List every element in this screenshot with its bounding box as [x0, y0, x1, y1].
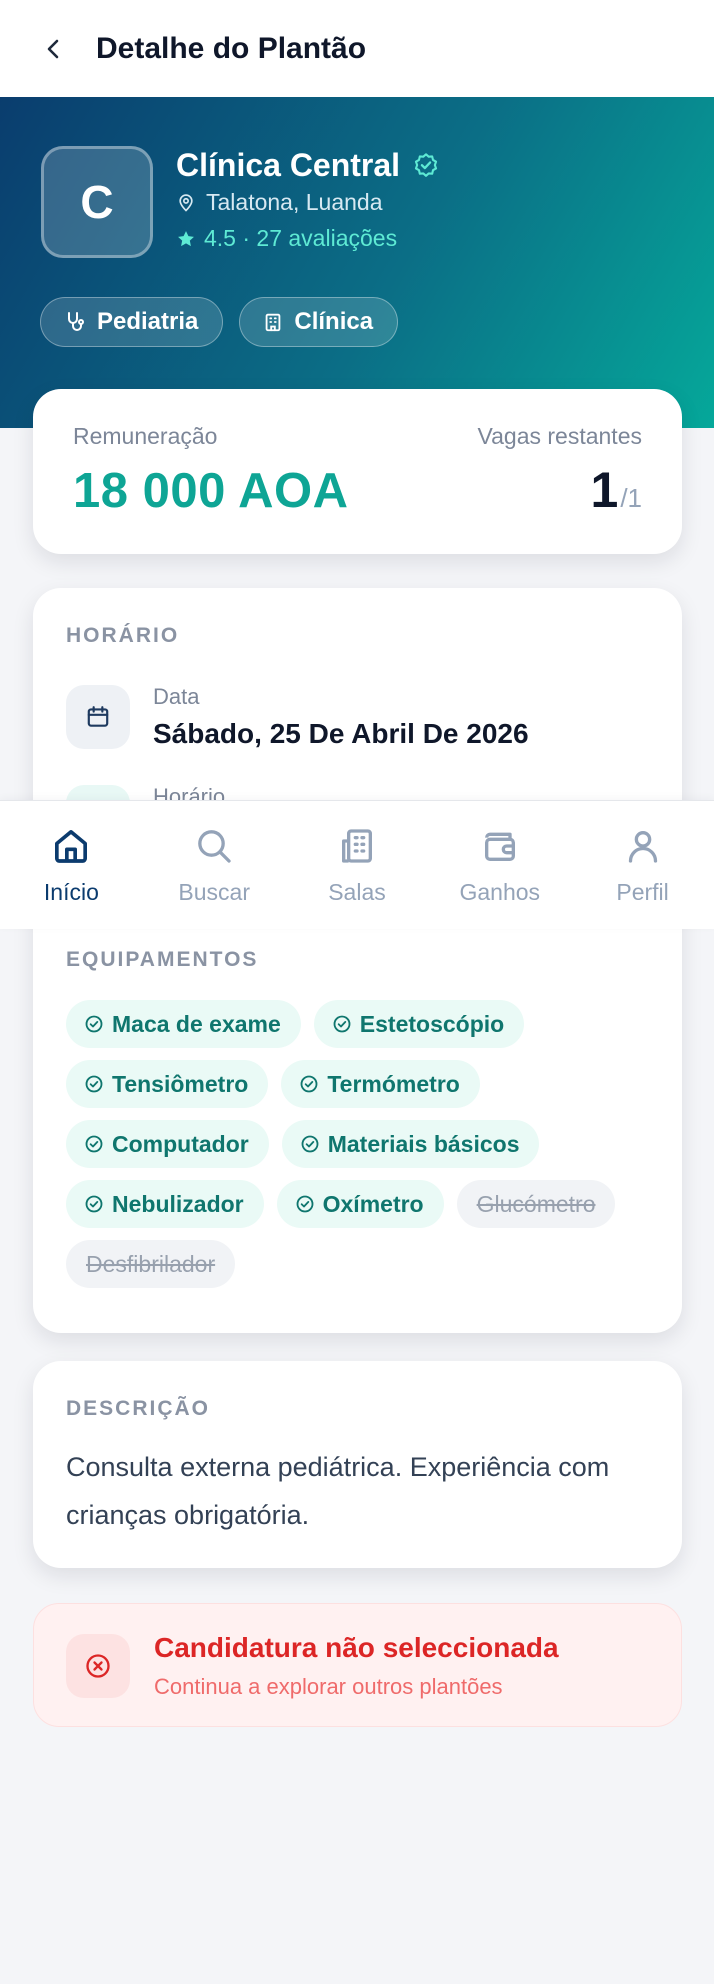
- slots-remaining: 1: [590, 462, 619, 518]
- bottom-nav: Início Buscar Salas Ganhos Perfil: [0, 800, 714, 929]
- clinic-tags: Pediatria Clínica: [40, 297, 399, 347]
- alert-icon-box: [66, 1634, 130, 1698]
- equipment-label: Nebulizador: [112, 1190, 244, 1217]
- equipment-item-unavailable: Desfibrilador: [66, 1240, 236, 1288]
- equipment-label: Estetoscópio: [359, 1010, 505, 1037]
- clinic-hero: C Clínica Central Talatona, Luanda 4.5 ·…: [0, 97, 714, 428]
- date-label: Data: [153, 684, 200, 709]
- payment-card: Remuneração 18 000 AOA Vagas restantes 1…: [33, 389, 682, 554]
- payment-label: Remuneração: [73, 423, 218, 449]
- wallet-icon: [479, 825, 521, 867]
- page-title: Detalhe do Plantão: [96, 31, 367, 65]
- equipment-item: Tensiômetro: [66, 1060, 269, 1108]
- home-icon: [50, 825, 92, 867]
- status-subtitle: Continua a explorar outros plantões: [154, 1674, 503, 1699]
- equipment-label: Oxímetro: [322, 1190, 424, 1217]
- check-circle-icon: [333, 1015, 351, 1033]
- description-text: Consulta externa pediátrica. Experiência…: [66, 1452, 610, 1530]
- stethoscope-icon: [68, 312, 84, 331]
- check-circle-icon: [85, 1195, 103, 1213]
- tag-clinica: Clínica: [239, 297, 399, 347]
- date-value: Sábado, 25 De Abril De 2026: [153, 718, 529, 749]
- status-title: Candidatura não seleccionada: [154, 1632, 559, 1663]
- search-icon: [193, 825, 235, 867]
- star-icon: [178, 230, 194, 246]
- building-icon: [266, 313, 281, 332]
- equipment-label: Computador: [112, 1130, 249, 1157]
- equipment-item: Computador: [66, 1120, 269, 1168]
- buildings-icon: [336, 825, 378, 867]
- equipment-item: Estetoscópio: [313, 1000, 525, 1048]
- tag-pediatria: Pediatria: [40, 297, 224, 347]
- map-pin-icon: [179, 193, 193, 212]
- nav-label: Início: [43, 879, 99, 905]
- equipment-label: Maca de exame: [112, 1010, 281, 1037]
- tag-label: Clínica: [294, 308, 374, 335]
- check-circle-icon: [300, 1075, 318, 1093]
- description-title: DESCRIÇÃO: [66, 1397, 211, 1420]
- slots-value: 1 /1: [591, 461, 643, 519]
- equipment-title: EQUIPAMENTOS: [66, 948, 259, 971]
- payment-value: 18 000 AOA: [73, 464, 349, 518]
- equipment-item-unavailable: Glucómetro: [456, 1180, 616, 1228]
- equipment-label: Tensiômetro: [112, 1070, 249, 1097]
- equipment-label: Materiais básicos: [327, 1130, 520, 1157]
- equipment-item: Materiais básicos: [281, 1120, 540, 1168]
- x-circle-icon: [86, 1654, 110, 1678]
- check-circle-icon: [301, 1135, 319, 1153]
- clinic-name: Clínica Central: [176, 147, 440, 184]
- verified-icon: [414, 152, 438, 177]
- back-button[interactable]: [36, 31, 72, 67]
- check-circle-icon: [85, 1015, 103, 1033]
- schedule-title: HORÁRIO: [66, 624, 180, 647]
- check-circle-icon: [296, 1195, 314, 1213]
- equipment-label: Termómetro: [327, 1070, 460, 1097]
- nav-label: Buscar: [178, 879, 250, 905]
- nav-label: Salas: [328, 879, 386, 905]
- clinic-location: Talatona, Luanda: [176, 189, 383, 216]
- check-circle-icon: [85, 1075, 103, 1093]
- equipment-list: Maca de exame Estetoscópio Tensiômetro T…: [66, 1000, 656, 1288]
- calendar-icon: [87, 706, 109, 727]
- equipment-card: EQUIPAMENTOS Maca de exame Estetoscópio …: [33, 900, 682, 1333]
- slots-total: /1: [620, 483, 642, 513]
- equipment-item: Oxímetro: [276, 1180, 444, 1228]
- equipment-item: Nebulizador: [66, 1180, 264, 1228]
- clinic-avatar: C: [41, 146, 153, 258]
- clinic-rating: 4.5 · 27 avaliações: [176, 225, 397, 252]
- nav-label: Perfil: [616, 879, 669, 905]
- nav-item-inicio[interactable]: Início: [0, 801, 143, 929]
- chevron-left-icon: [47, 39, 59, 58]
- nav-item-ganhos[interactable]: Ganhos: [428, 801, 571, 929]
- tag-label: Pediatria: [97, 308, 199, 335]
- nav-item-perfil[interactable]: Perfil: [571, 801, 714, 929]
- date-icon-box: [66, 685, 130, 749]
- equipment-item: Termómetro: [281, 1060, 480, 1108]
- check-circle-icon: [85, 1135, 103, 1153]
- nav-item-salas[interactable]: Salas: [286, 801, 429, 929]
- application-status-alert: Candidatura não seleccionada Continua a …: [33, 1603, 682, 1727]
- clinic-rating-text: 4.5 · 27 avaliações: [204, 225, 398, 251]
- nav-label: Ganhos: [459, 879, 541, 905]
- description-card: DESCRIÇÃO Consulta externa pediátrica. E…: [33, 1361, 682, 1568]
- slots-label: Vagas restantes: [477, 423, 642, 449]
- equipment-item: Maca de exame: [66, 1000, 301, 1048]
- user-icon: [622, 825, 664, 867]
- clinic-location-text: Talatona, Luanda: [206, 189, 383, 215]
- nav-item-buscar[interactable]: Buscar: [143, 801, 286, 929]
- clinic-name-text: Clínica Central: [176, 147, 401, 183]
- top-bar: Detalhe do Plantão: [0, 0, 714, 97]
